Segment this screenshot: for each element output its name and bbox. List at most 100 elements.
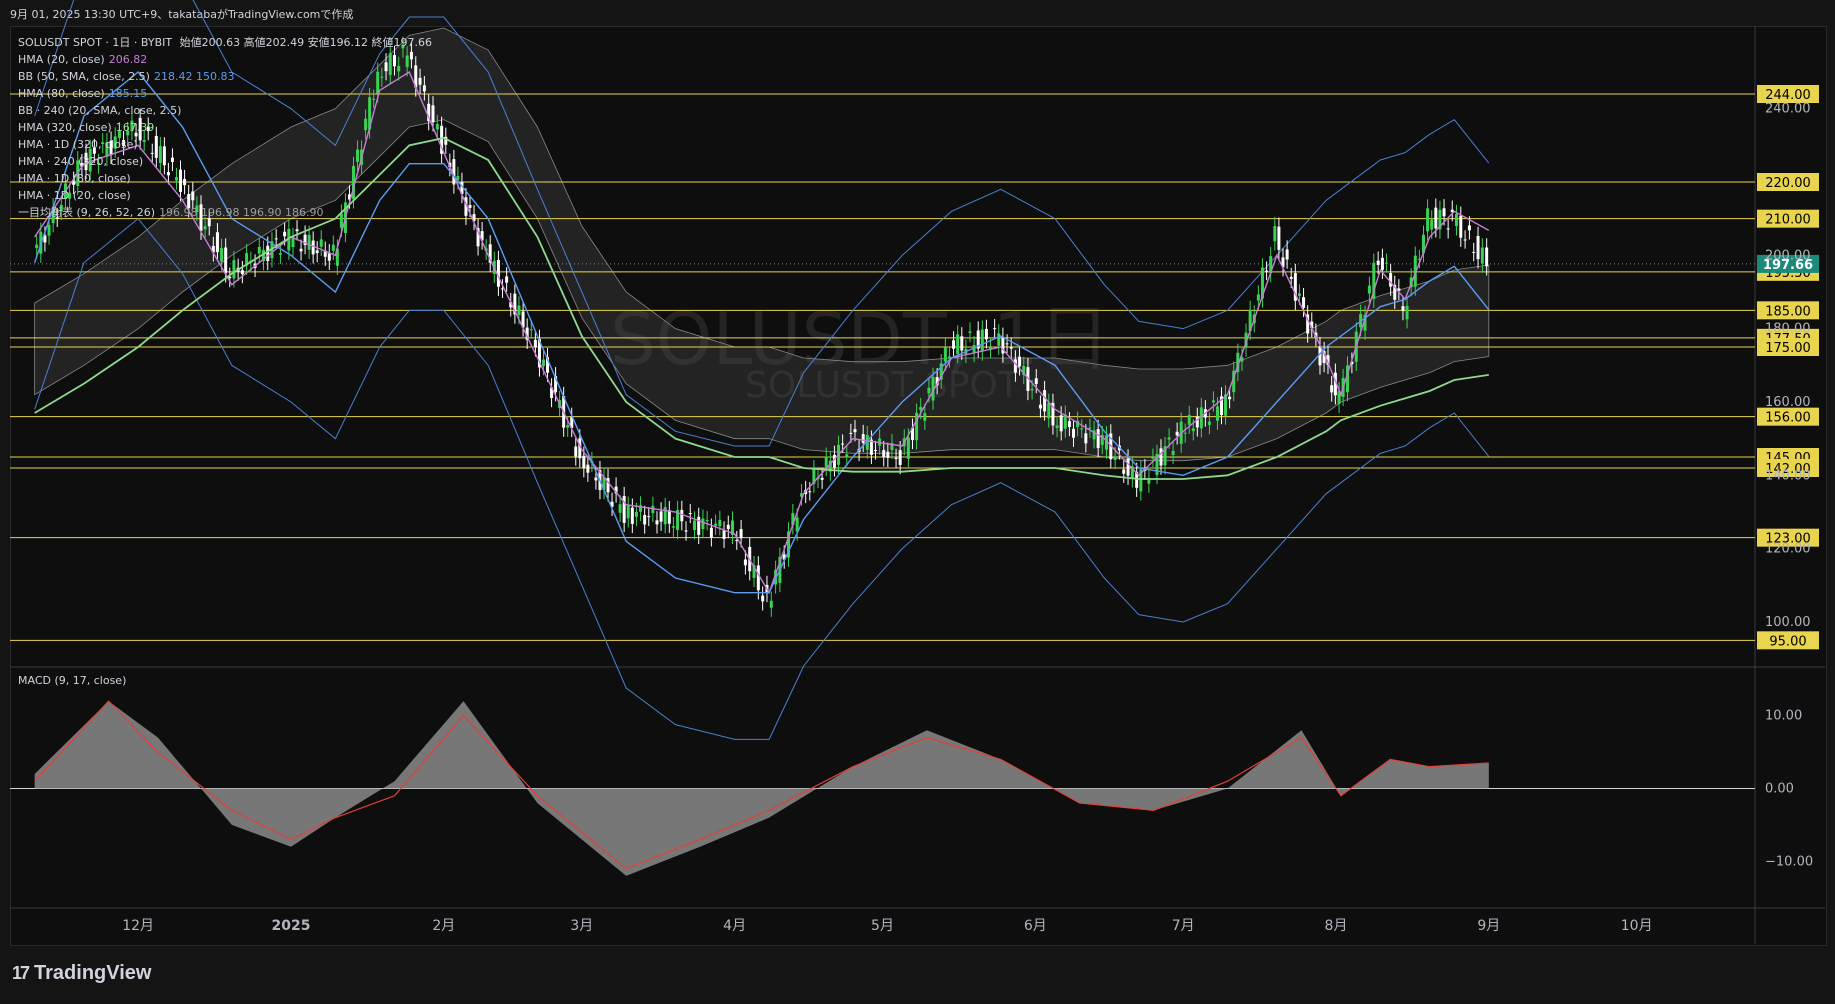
candle-body — [1459, 215, 1463, 238]
candle-body — [1472, 251, 1476, 253]
candle-body — [915, 412, 919, 441]
macd-tick: −10.00 — [1765, 854, 1813, 869]
candle-body — [295, 229, 299, 232]
legend-line-value: 196.98 196.98 196.90 186.90 — [159, 206, 324, 219]
candle-body — [643, 514, 647, 525]
candle-body — [841, 443, 845, 445]
legend-line-9[interactable]: 一目均衡表 (9, 26, 52, 26) 196.98 196.98 196.9… — [18, 204, 436, 221]
candle-body — [1426, 208, 1430, 232]
candle-body — [684, 530, 688, 532]
candle-body — [923, 412, 927, 421]
candle-body — [1289, 276, 1293, 279]
legend-line-label: 一目均衡表 (9, 26, 52, 26) — [18, 206, 156, 219]
candle-body — [655, 520, 659, 525]
candle-body — [919, 407, 923, 411]
legend-line-label: HMA · 1D (320, close) — [18, 138, 138, 151]
time-tick: 7月 — [1172, 918, 1195, 934]
candle-body — [808, 491, 812, 493]
legend-symbol-row[interactable]: SOLUSDT SPOT · 1日 · BYBIT 始値200.63 高値202… — [18, 34, 436, 51]
candle-body — [529, 329, 533, 331]
candle-body — [1228, 396, 1232, 400]
candle-body — [927, 387, 931, 394]
candle-body — [1434, 207, 1438, 229]
legend-line-4[interactable]: HMA (320, close) 167.39 — [18, 119, 436, 136]
candle-body — [215, 232, 219, 253]
candle-body — [319, 239, 323, 247]
candle-body — [667, 510, 671, 524]
price-tick: 180.00 — [1765, 322, 1811, 337]
candle-body — [1367, 285, 1371, 294]
macd-tick: 10.00 — [1765, 709, 1802, 724]
candle-body — [582, 455, 586, 469]
legend-line-label: HMA · 1D (20, close) — [18, 189, 131, 202]
candle-body — [1018, 356, 1022, 367]
time-tick: 5月 — [871, 918, 894, 934]
brand-name: TradingView — [34, 962, 152, 984]
candle-body — [1122, 469, 1126, 474]
candle-body — [299, 248, 303, 252]
candle-body — [874, 450, 878, 452]
legend-line-2[interactable]: HMA (80, close) 185.15 — [18, 85, 436, 102]
candle-body — [1389, 273, 1393, 287]
tradingview-logo[interactable]: 17 TradingView — [12, 962, 151, 985]
candle-body — [1187, 415, 1191, 425]
legend-line-1[interactable]: BB (50, SMA, close, 2.5) 218.42 150.83 — [18, 68, 436, 85]
candle-body — [1385, 262, 1389, 264]
legend-line-label: HMA · 240 (320, close) — [18, 155, 144, 168]
candle-body — [1446, 228, 1450, 230]
time-tick: 2025 — [271, 918, 310, 934]
candle-body — [956, 334, 960, 354]
time-tick: 8月 — [1325, 918, 1348, 934]
price-tick: 240.00 — [1765, 102, 1811, 117]
level-label: 156.00 — [1765, 411, 1811, 426]
price-tick: 120.00 — [1765, 542, 1811, 557]
candle-body — [952, 340, 956, 349]
candle-body — [1191, 428, 1195, 432]
legend-line-label: BB · 240 (20, SMA, close, 2.5) — [18, 104, 182, 117]
candle-body — [1038, 404, 1042, 409]
time-tick: 12月 — [122, 918, 154, 934]
candle-body — [1005, 343, 1009, 345]
candle-body — [1080, 428, 1084, 430]
candle-body — [1175, 431, 1179, 436]
candle-body — [886, 451, 890, 458]
price-tick: 140.00 — [1765, 468, 1811, 483]
candle-body — [1256, 294, 1260, 301]
candle-body — [311, 240, 315, 255]
candle-body — [1147, 479, 1151, 484]
legend-line-8[interactable]: HMA · 1D (20, close) — [18, 187, 436, 204]
candle-body — [1485, 247, 1489, 267]
candle-body — [505, 276, 509, 283]
legend-symbol: SOLUSDT SPOT · 1日 · BYBIT — [18, 36, 173, 49]
candle-body — [541, 359, 545, 367]
candle-body — [315, 250, 319, 254]
candle-body — [35, 244, 39, 249]
candle-body — [722, 530, 726, 539]
legend-line-7[interactable]: HMA · 1D (80, close) — [18, 170, 436, 187]
time-tick: 2月 — [432, 918, 455, 934]
legend-line-3[interactable]: BB · 240 (20, SMA, close, 2.5) — [18, 102, 436, 119]
candle-body — [1476, 236, 1480, 260]
candle-body — [283, 231, 287, 237]
candle-body — [1047, 402, 1051, 419]
candle-body — [743, 559, 747, 566]
candle-body — [647, 516, 651, 518]
indicator-legend: SOLUSDT SPOT · 1日 · BYBIT 始値200.63 高値202… — [18, 34, 436, 221]
legend-line-5[interactable]: HMA · 1D (320, close) — [18, 136, 436, 153]
candle-body — [468, 204, 472, 208]
macd-tick: 0.00 — [1765, 782, 1794, 797]
candle-body — [533, 339, 537, 348]
candle-body — [1151, 457, 1155, 459]
candle-body — [968, 331, 972, 333]
legend-line-0[interactable]: HMA (20, close) 206.82 — [18, 51, 436, 68]
candle-body — [882, 450, 886, 458]
candle-body — [1183, 432, 1187, 434]
legend-line-value: 167.39 — [115, 121, 155, 134]
candle-body — [906, 437, 910, 459]
candle-body — [692, 520, 696, 531]
candle-body — [709, 527, 713, 538]
candle-body — [517, 305, 521, 316]
macd-legend[interactable]: MACD (9, 17, close) — [18, 674, 126, 687]
legend-line-label: HMA (80, close) — [18, 87, 105, 100]
legend-line-6[interactable]: HMA · 240 (320, close) — [18, 153, 436, 170]
